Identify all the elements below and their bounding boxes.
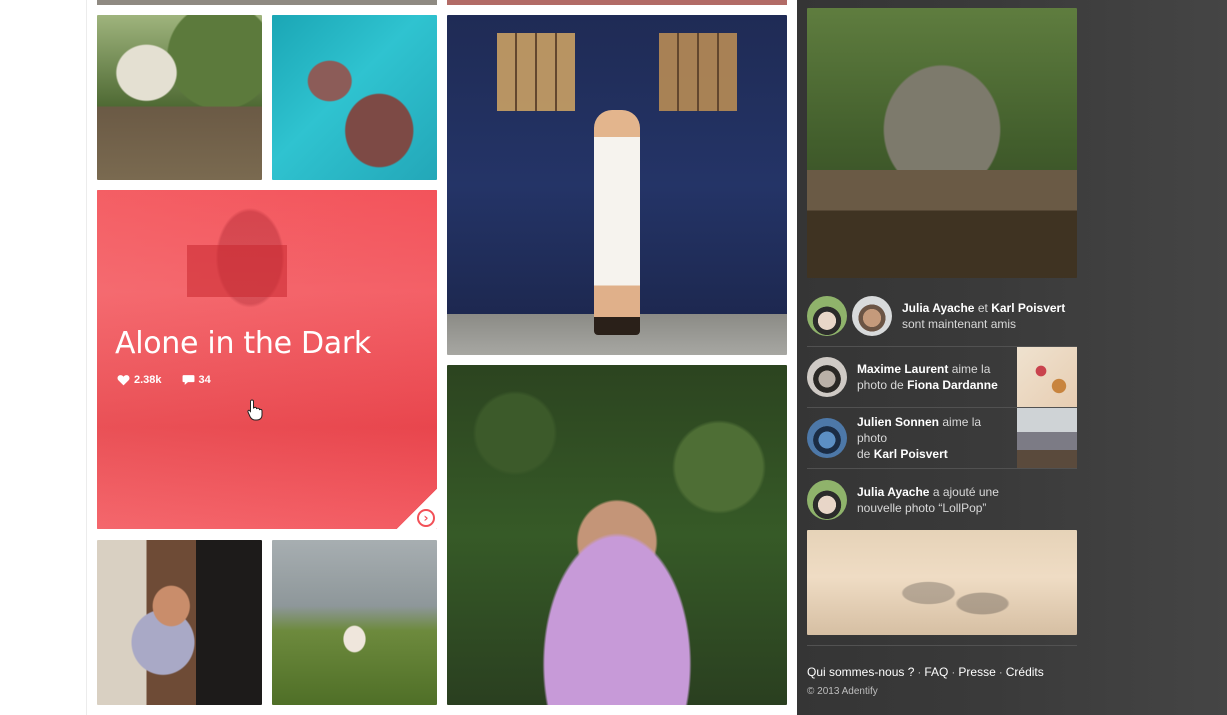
copyright-text: © 2013 Adentify <box>807 686 878 697</box>
feed-actor[interactable]: Julien Sonnen <box>857 415 939 429</box>
feed-target[interactable]: Karl Poisvert <box>874 447 948 461</box>
separator: · <box>917 665 922 679</box>
avatar[interactable] <box>807 479 847 520</box>
feed-thumbnail[interactable] <box>1017 347 1077 407</box>
photo-tile-girl-field[interactable] <box>272 540 437 705</box>
footer-divider <box>807 645 1077 646</box>
photo-subject <box>594 110 640 335</box>
feed-target[interactable]: Fiona Dardanne <box>907 378 998 392</box>
feed-text: Julien Sonnen aime la photo de Karl Pois… <box>857 415 982 461</box>
footer-link-press[interactable]: Presse <box>958 665 995 679</box>
avatar-pair <box>807 296 892 336</box>
footer-links: Qui sommes-nous ? · FAQ · Presse · Crédits <box>807 665 1044 679</box>
photo-strip-top-left[interactable] <box>97 0 437 5</box>
separator: · <box>998 665 1003 679</box>
photo-tile-water-rocks[interactable] <box>272 15 437 180</box>
page-divider <box>86 0 87 715</box>
speech-bubble-icon <box>182 375 194 385</box>
photo-tile-girl-blue-wall[interactable] <box>447 15 787 355</box>
footer-link-faq[interactable]: FAQ <box>924 665 948 679</box>
feed-item[interactable]: Julia Ayache et Karl Poisvert sont maint… <box>807 286 1077 347</box>
feed-actor[interactable]: Julia Ayache <box>857 485 929 499</box>
likes-stat[interactable]: 2.38k <box>117 374 162 386</box>
chevron-right-circle-icon[interactable]: › <box>417 509 435 527</box>
photo-tile-man-camera[interactable] <box>447 365 787 705</box>
featured-photo-stats: 2.38k 34 <box>117 374 211 386</box>
hand-pointer-icon <box>247 399 263 427</box>
comments-count: 34 <box>198 374 211 386</box>
separator: · <box>951 665 956 679</box>
comments-stat[interactable]: 34 <box>182 374 211 386</box>
featured-photo-tile[interactable]: Alone in the Dark 2.38k 34 › <box>97 190 437 529</box>
sidebar-photo-new-upload[interactable] <box>807 530 1077 635</box>
photo-tile-house[interactable] <box>97 15 262 180</box>
photo-window-right <box>659 33 737 111</box>
photo-strip-top-right[interactable] <box>447 0 787 5</box>
sidebar-photo-cabin[interactable] <box>807 8 1077 278</box>
avatar[interactable] <box>807 296 847 336</box>
avatar[interactable] <box>807 418 847 458</box>
photo-tile-girl-window[interactable] <box>97 540 262 705</box>
likes-count: 2.38k <box>134 374 162 386</box>
feed-item[interactable]: Julia Ayache a ajouté une nouvelle photo… <box>807 469 1077 530</box>
featured-photo-corner: › <box>397 489 437 529</box>
feed-text: Maxime Laurent aime la photo de Fiona Da… <box>857 362 998 392</box>
footer-link-credits[interactable]: Crédits <box>1006 665 1044 679</box>
avatar[interactable] <box>852 296 892 336</box>
activity-feed: Julia Ayache et Karl Poisvert sont maint… <box>807 286 1077 530</box>
featured-photo-title[interactable]: Alone in the Dark <box>115 326 371 361</box>
feed-text: Julia Ayache a ajouté une nouvelle photo… <box>857 484 999 515</box>
feed-text: Julia Ayache et Karl Poisvert sont maint… <box>902 301 1066 331</box>
feed-actor[interactable]: Julia Ayache <box>902 301 974 315</box>
footer-link-about[interactable]: Qui sommes-nous ? <box>807 665 914 679</box>
feed-thumbnail[interactable] <box>1017 408 1077 468</box>
feed-target[interactable]: Karl Poisvert <box>991 301 1065 315</box>
heart-icon <box>117 375 130 386</box>
featured-photo-window <box>187 245 287 297</box>
feed-actor[interactable]: Maxime Laurent <box>857 362 948 376</box>
feed-item[interactable]: Maxime Laurent aime la photo de Fiona Da… <box>807 347 1077 408</box>
feed-item[interactable]: Julien Sonnen aime la photo de Karl Pois… <box>807 408 1077 469</box>
photo-window-left <box>497 33 575 111</box>
avatar[interactable] <box>807 357 847 397</box>
